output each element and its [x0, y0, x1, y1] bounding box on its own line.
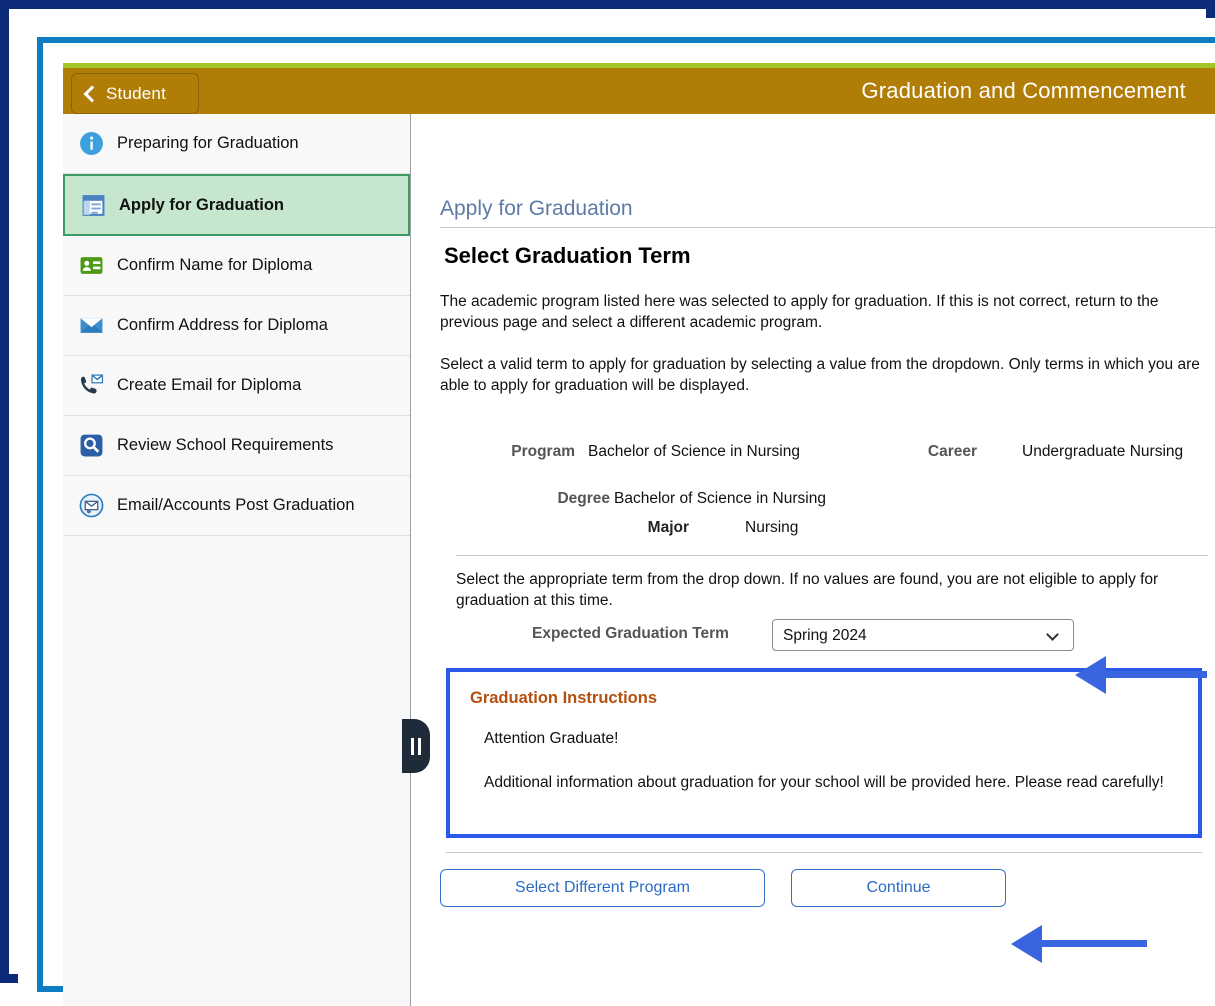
- chevron-left-icon: [83, 85, 101, 102]
- intro-paragraph-2: Select a valid term to apply for graduat…: [440, 355, 1200, 395]
- sidebar-collapse-handle[interactable]: [402, 719, 430, 773]
- expected-graduation-term-select[interactable]: Spring 2024: [772, 619, 1074, 652]
- footer-button-row: Select Different Program Continue: [440, 869, 1210, 908]
- annotation-frame-outer: Student Graduation and Commencement Prep…: [0, 0, 1215, 1006]
- term-select-row: Expected Graduation Term Spring 2024: [440, 619, 1210, 653]
- sidebar-item-label: Confirm Address for Diploma: [117, 316, 328, 334]
- term-instruction-text: Select the appropriate term from the dro…: [456, 570, 1159, 609]
- sidebar-item-preparing-for-graduation[interactable]: Preparing for Graduation: [63, 114, 410, 174]
- career-value: Undergraduate Nursing: [1022, 442, 1184, 460]
- sidebar-item-email-accounts-post-graduation[interactable]: Email/Accounts Post Graduation: [63, 476, 410, 536]
- program-value: Bachelor of Science in Nursing: [588, 442, 800, 460]
- graduation-instructions-box: Graduation Instructions Attention Gradua…: [446, 668, 1202, 839]
- sidebar-item-label: Apply for Graduation: [119, 195, 284, 214]
- annotation-frame-middle: Student Graduation and Commencement Prep…: [18, 18, 1215, 1006]
- pause-bar-icon: [418, 737, 421, 755]
- program-label: Program: [511, 442, 575, 460]
- magnifier-icon: [80, 434, 103, 457]
- sidebar-item-label: Email/Accounts Post Graduation: [117, 496, 355, 514]
- form-window-icon: [82, 194, 105, 216]
- back-to-student-button[interactable]: Student: [71, 73, 199, 114]
- email-circle-icon: [79, 493, 104, 518]
- sidebar-item-review-school-requirements[interactable]: Review School Requirements: [63, 416, 410, 476]
- breadcrumb[interactable]: Apply for Graduation: [440, 197, 1215, 228]
- sidebar-item-confirm-name-for-diploma[interactable]: Confirm Name for Diploma: [63, 236, 410, 296]
- degree-label: Degree: [557, 489, 610, 507]
- app-viewport: Student Graduation and Commencement Prep…: [63, 63, 1215, 1006]
- details-divider: [456, 554, 1208, 556]
- sidebar-item-create-email-for-diploma[interactable]: Create Email for Diploma: [63, 356, 410, 416]
- info-circle-icon: [80, 132, 103, 155]
- continue-button[interactable]: Continue: [791, 869, 1006, 908]
- career-label: Career: [927, 442, 977, 460]
- envelope-icon: [80, 318, 103, 333]
- main-content: Apply for Graduation Select Graduation T…: [412, 114, 1215, 1006]
- instructions-line-1: Attention Graduate!: [484, 730, 619, 748]
- sidebar-item-apply-for-graduation[interactable]: Apply for Graduation: [63, 174, 410, 236]
- id-card-icon: [80, 257, 103, 274]
- sidebar-item-label: Review School Requirements: [117, 436, 334, 454]
- sidebar-item-label: Create Email for Diploma: [117, 376, 302, 394]
- section-title: Select Graduation Term: [444, 243, 691, 268]
- intro-paragraph-1: The academic program listed here was sel…: [440, 293, 1159, 332]
- sidebar-item-label: Confirm Name for Diploma: [117, 256, 313, 274]
- select-different-program-button[interactable]: Select Different Program: [440, 869, 765, 908]
- expected-graduation-term-label: Expected Graduation Term: [532, 625, 729, 643]
- program-details: Program Bachelor of Science in Nursing C…: [440, 443, 1210, 561]
- sidebar-nav: Preparing for Graduation Apply for Gradu…: [63, 114, 411, 1006]
- sidebar-item-label: Preparing for Graduation: [117, 134, 299, 152]
- footer-divider: [446, 852, 1202, 854]
- back-button-label: Student: [106, 83, 167, 103]
- phone-envelope-icon: [80, 374, 104, 394]
- instructions-line-2: Additional information about graduation …: [484, 773, 1164, 791]
- pause-bar-icon: [411, 737, 414, 755]
- sidebar-item-confirm-address-for-diploma[interactable]: Confirm Address for Diploma: [63, 296, 410, 356]
- page-title: Graduation and Commencement: [861, 78, 1186, 103]
- major-label: Major: [647, 518, 689, 536]
- major-value: Nursing: [745, 518, 799, 536]
- app-header: Student Graduation and Commencement: [63, 63, 1215, 114]
- degree-value: Bachelor of Science in Nursing: [614, 489, 826, 507]
- instructions-title: Graduation Instructions: [470, 689, 658, 708]
- annotation-frame-inner: Student Graduation and Commencement Prep…: [37, 37, 1215, 1006]
